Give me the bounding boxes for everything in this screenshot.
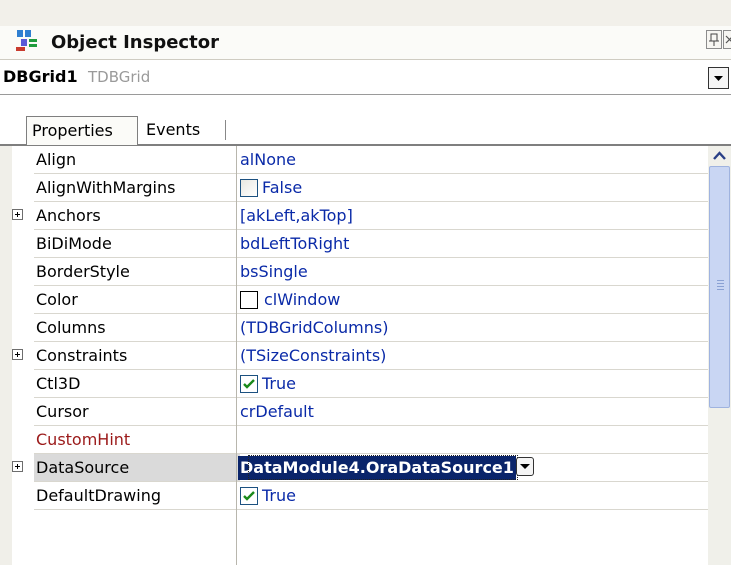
chevron-down-icon [520,464,530,469]
property-row-bidimode[interactable]: BiDiMode bdLeftToRight [12,230,708,258]
property-row-ctl3d[interactable]: Ctl3D True [12,370,708,398]
value-dropdown-button[interactable] [516,457,534,476]
grid-gutter [0,146,12,565]
property-name: Align [36,150,77,169]
property-value[interactable]: bdLeftToRight [240,230,349,257]
property-value-text: [akLeft,akTop] [240,206,353,225]
property-value[interactable]: True [240,482,296,509]
property-name: Anchors [36,206,101,225]
tab-events[interactable]: Events [146,116,230,145]
property-value-text: bdLeftToRight [240,234,350,253]
property-value[interactable]: [akLeft,akTop] [240,202,353,229]
property-row-columns[interactable]: Columns (TDBGridColumns) [12,314,708,342]
scroll-thumb[interactable] [709,166,730,408]
top-band [0,0,731,26]
object-inspector-icon [15,28,39,54]
property-value[interactable]: crDefault [240,398,314,425]
expand-plus-icon[interactable] [12,209,23,220]
property-value[interactable]: bsSingle [240,258,308,285]
property-name: DataSource [34,454,240,481]
component-dropdown-button[interactable] [708,67,729,89]
close-button[interactable] [723,30,731,49]
property-row-datasource[interactable]: DataSource DataModule4.OraDataSource1 [12,454,708,482]
property-value[interactable]: alNone [240,146,296,173]
property-row-borderstyle[interactable]: BorderStyle bsSingle [12,258,708,286]
color-swatch [240,290,258,309]
expand-plus-icon[interactable] [12,349,23,360]
property-name: Ctl3D [36,374,81,393]
property-value[interactable]: True [240,370,296,397]
property-value-editor[interactable]: DataModule4.OraDataSource1 [238,454,516,481]
property-value-text: alNone [240,150,296,169]
property-value[interactable]: (TSizeConstraints) [240,342,386,369]
property-name: Constraints [36,346,128,365]
property-value-text: bsSingle [240,262,308,281]
pin-icon [709,33,719,46]
pin-button[interactable] [706,30,722,49]
property-name: Cursor [36,402,89,421]
property-name: Color [36,290,78,309]
property-row-customhint[interactable]: CustomHint [12,426,708,454]
property-row-color[interactable]: Color clWindow [12,286,708,314]
property-name: BiDiMode [36,234,112,253]
property-row-constraints[interactable]: Constraints (TSizeConstraints) [12,342,708,370]
property-row-defaultdrawing[interactable]: DefaultDrawing True [12,482,708,510]
property-row-cursor[interactable]: Cursor crDefault [12,398,708,426]
property-value[interactable]: False [240,174,302,201]
property-name: BorderStyle [36,262,130,281]
property-name: AlignWithMargins [36,178,176,197]
property-row-align[interactable]: Align alNone [12,146,708,174]
expand-plus-icon[interactable] [12,461,23,472]
vertical-scrollbar[interactable] [708,146,731,565]
property-value-text: True [262,374,296,393]
property-value-text: True [262,486,296,505]
tab-properties[interactable]: Properties [26,116,138,145]
property-value-text: (TDBGridColumns) [240,318,389,337]
checked-checkbox[interactable] [240,374,258,393]
property-value-text: (TSizeConstraints) [240,346,387,365]
property-name: CustomHint [36,430,131,449]
property-value-text: clWindow [264,290,341,309]
chevron-up-icon [713,151,726,160]
grip-icon [717,280,724,292]
property-value-text: crDefault [240,402,314,421]
property-row-alignwithmargins[interactable]: AlignWithMargins False [12,174,708,202]
checkmark-icon [243,490,255,501]
title-bar: Object Inspector [0,26,731,60]
window-title: Object Inspector [51,32,219,53]
property-value-text: False [262,178,303,197]
component-selector[interactable]: DBGrid1 TDBGrid [0,60,731,95]
chevron-down-icon [714,76,723,81]
property-value[interactable]: (TDBGridColumns) [240,314,388,341]
component-name: DBGrid1 [3,67,78,86]
property-row-anchors[interactable]: Anchors [akLeft,akTop] [12,202,708,230]
scroll-up-button[interactable] [708,146,731,166]
unchecked-checkbox[interactable] [240,178,258,197]
component-type: TDBGrid [88,68,151,86]
checked-checkbox[interactable] [240,486,258,505]
property-value-text[interactable]: DataModule4.OraDataSource1 [238,455,516,480]
column-divider[interactable] [236,146,237,565]
tab-separator [225,120,226,140]
checkmark-icon [243,378,255,389]
property-name: DefaultDrawing [36,486,161,505]
property-name: Columns [36,318,106,337]
close-icon [725,35,731,44]
property-value[interactable]: clWindow [240,286,340,313]
